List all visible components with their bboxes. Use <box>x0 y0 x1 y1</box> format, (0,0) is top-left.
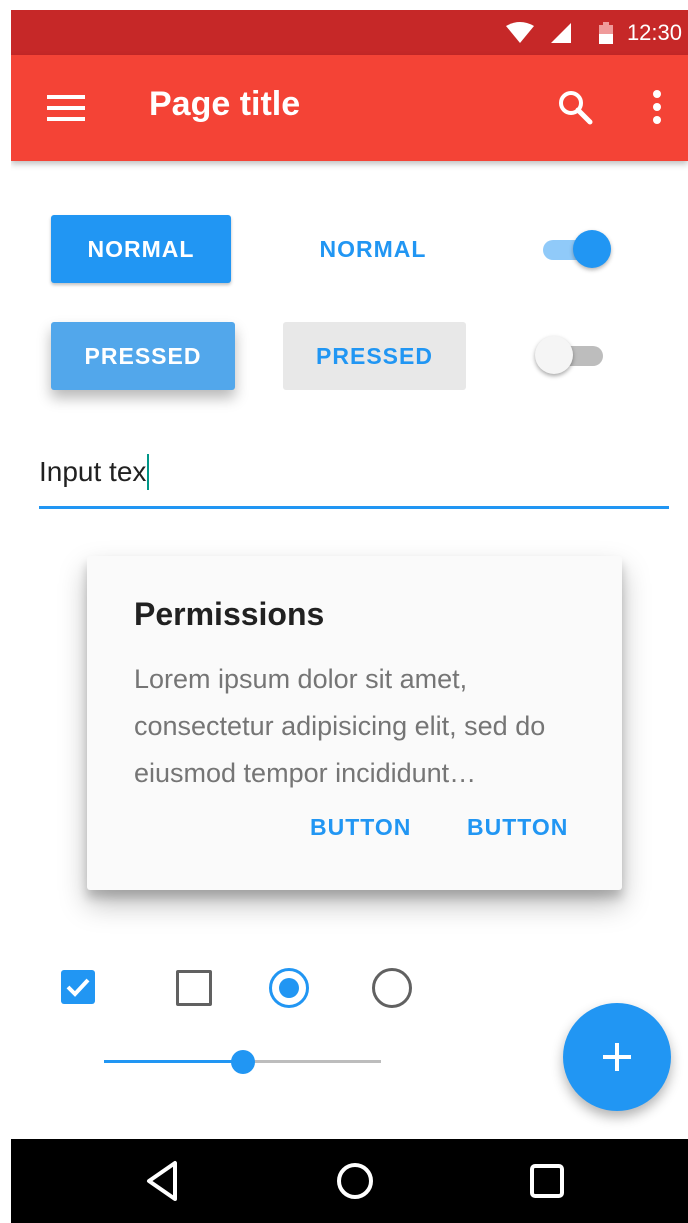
dialog-title: Permissions <box>134 596 325 632</box>
status-icons: 12:30 <box>505 10 682 55</box>
slider-fill <box>104 1060 243 1063</box>
checkbox-unchecked[interactable] <box>176 970 212 1006</box>
navigation-bar <box>11 1139 688 1223</box>
app-bar: Page title <box>11 55 688 161</box>
page-title: Page title <box>149 85 301 123</box>
checkbox-checked[interactable] <box>61 970 95 1004</box>
search-icon[interactable] <box>557 89 593 125</box>
flat-button-pressed[interactable]: PRESSED <box>283 322 466 390</box>
check-icon <box>66 978 90 997</box>
battery-icon <box>598 21 613 44</box>
phone-screen: 12:30 Page title NORMAL NORMAL PRESSED P… <box>11 10 688 1223</box>
more-vert-icon[interactable] <box>647 89 667 125</box>
status-bar: 12:30 <box>11 10 688 55</box>
dialog-body: Lorem ipsum dolor sit amet, consectetur … <box>134 664 546 788</box>
dialog-button-1[interactable]: BUTTON <box>310 814 411 841</box>
switch-off[interactable] <box>535 334 607 378</box>
radio-dot <box>279 978 299 998</box>
radio-selected[interactable] <box>269 968 309 1008</box>
switch-thumb <box>573 230 611 268</box>
switch-on[interactable] <box>539 228 611 272</box>
status-clock: 12:30 <box>626 19 682 45</box>
radio-unselected[interactable] <box>372 968 412 1008</box>
home-icon[interactable] <box>331 1157 379 1205</box>
add-icon <box>603 1043 631 1071</box>
flat-button-normal[interactable]: NORMAL <box>283 215 463 283</box>
slider[interactable] <box>104 1048 381 1076</box>
switch-thumb <box>535 336 573 374</box>
permissions-dialog: Permissions Lorem ipsum dolor sit amet, … <box>87 556 622 890</box>
text-cursor <box>147 454 150 490</box>
text-input-value: Input tex <box>39 456 147 487</box>
text-input-value-wrap: Input tex <box>39 454 150 490</box>
wifi-icon <box>505 21 535 44</box>
raised-button-normal[interactable]: NORMAL <box>51 215 231 283</box>
add-fab-button[interactable] <box>563 1003 671 1111</box>
raised-button-pressed[interactable]: PRESSED <box>51 322 235 390</box>
menu-icon[interactable] <box>47 93 85 123</box>
recents-icon[interactable] <box>523 1157 571 1205</box>
dialog-button-2[interactable]: BUTTON <box>467 814 568 841</box>
cellular-signal-icon <box>550 22 571 43</box>
text-input[interactable]: Input tex <box>39 450 669 509</box>
slider-thumb[interactable] <box>230 1050 255 1074</box>
back-icon[interactable] <box>141 1157 189 1205</box>
